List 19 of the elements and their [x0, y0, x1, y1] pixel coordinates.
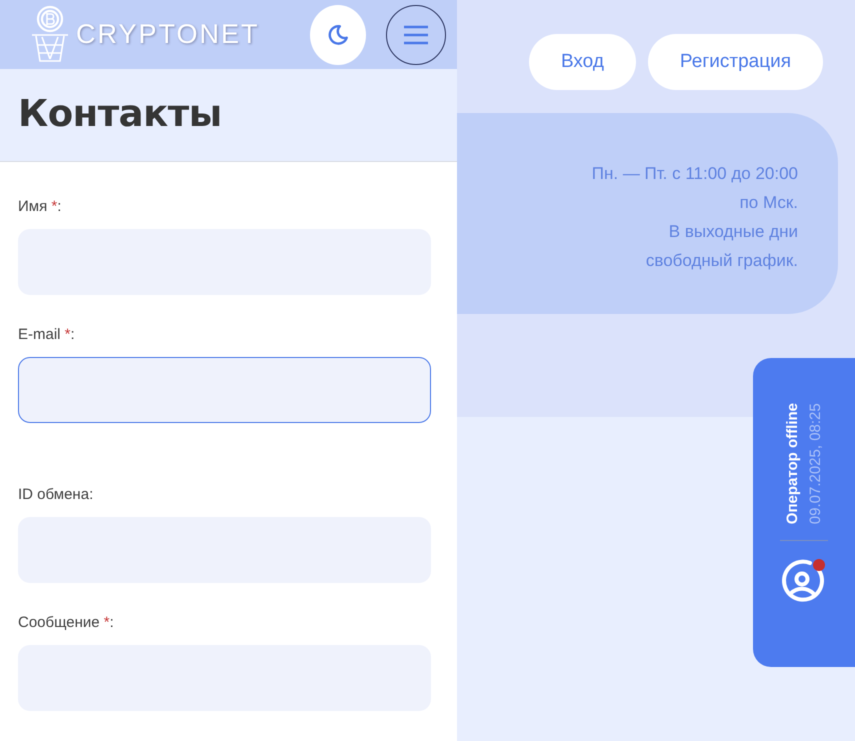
- status-time: 09.07.2025, 08:25: [807, 403, 824, 524]
- menu-icon: [403, 24, 429, 45]
- moon-icon: [327, 24, 349, 46]
- field-label: ID обмена:: [18, 485, 94, 505]
- login-button[interactable]: Вход: [528, 34, 636, 90]
- page-title: Контакты: [18, 92, 222, 135]
- chat-widget[interactable]: Оператор offline 09.07.2025, 08:25: [753, 358, 855, 667]
- register-button[interactable]: Регистрация: [648, 34, 823, 90]
- operator-status: Оператор offline: [784, 403, 801, 524]
- field-label: E-mail *:: [18, 325, 76, 345]
- schedule-text: В выходные дни: [668, 221, 798, 243]
- schedule-text: Пн. — Пт. с 11:00 до 20:00: [592, 163, 798, 185]
- field-label: Имя *:: [18, 197, 62, 217]
- input-field[interactable]: [18, 357, 431, 423]
- field-label: Сообщение *:: [18, 613, 115, 633]
- schedule-text: свободный график.: [646, 250, 798, 272]
- menu-button[interactable]: [386, 4, 446, 65]
- logo-text: CRYPTONET: [76, 19, 260, 50]
- schedule-text: по Мск.: [740, 192, 798, 214]
